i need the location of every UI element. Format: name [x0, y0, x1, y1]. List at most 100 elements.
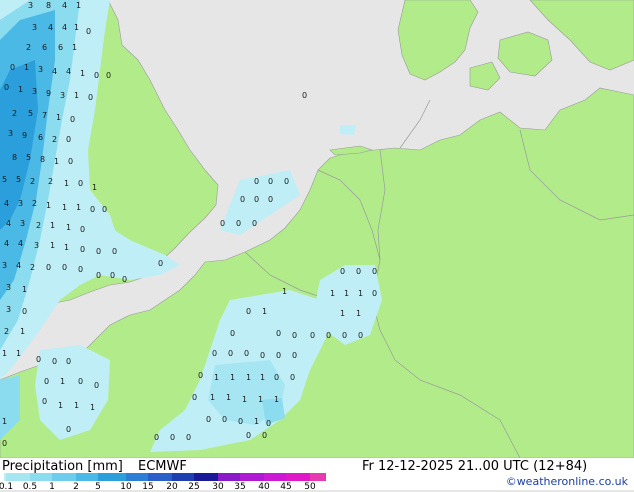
svg-text:1: 1 — [344, 289, 349, 298]
svg-text:0: 0 — [52, 357, 57, 366]
svg-text:5: 5 — [16, 175, 21, 184]
svg-text:0: 0 — [222, 415, 227, 424]
legend-title: Precipitation [mm] — [2, 459, 123, 474]
svg-text:0: 0 — [4, 83, 9, 92]
svg-text:0: 0 — [260, 351, 265, 360]
svg-text:0: 0 — [80, 245, 85, 254]
precipitation-map: 3841 34410 2661 01344100 0139310 25710 3… — [0, 0, 634, 458]
svg-text:1: 1 — [64, 179, 69, 188]
svg-text:1: 1 — [274, 395, 279, 404]
svg-text:2: 2 — [36, 221, 41, 230]
svg-text:3: 3 — [28, 1, 33, 10]
svg-text:0: 0 — [192, 393, 197, 402]
svg-text:0: 0 — [228, 349, 233, 358]
svg-text:0: 0 — [2, 439, 7, 448]
svg-text:0: 0 — [42, 397, 47, 406]
svg-text:0: 0 — [358, 331, 363, 340]
svg-text:6: 6 — [42, 43, 47, 52]
svg-text:0: 0 — [122, 275, 127, 284]
svg-text:0: 0 — [268, 195, 273, 204]
svg-text:0: 0 — [66, 357, 71, 366]
legend-tick-label: 2 — [73, 482, 79, 492]
svg-text:0: 0 — [66, 135, 71, 144]
svg-text:0: 0 — [96, 247, 101, 256]
svg-text:2: 2 — [30, 263, 35, 272]
svg-text:0: 0 — [96, 271, 101, 280]
svg-text:1: 1 — [214, 373, 219, 382]
svg-text:3: 3 — [2, 261, 7, 270]
legend-colorbar — [4, 473, 326, 481]
svg-text:0: 0 — [284, 177, 289, 186]
svg-text:9: 9 — [46, 89, 51, 98]
svg-text:1: 1 — [330, 289, 335, 298]
svg-text:0: 0 — [212, 349, 217, 358]
svg-text:5: 5 — [28, 109, 33, 118]
svg-text:0: 0 — [94, 71, 99, 80]
svg-text:0: 0 — [110, 271, 115, 280]
legend-swatch — [264, 473, 286, 481]
svg-text:8: 8 — [46, 1, 51, 10]
svg-text:1: 1 — [16, 349, 21, 358]
svg-text:1: 1 — [58, 401, 63, 410]
legend-tick-label: 35 — [234, 482, 246, 492]
svg-text:3: 3 — [32, 87, 37, 96]
legend-tick-label: 10 — [120, 482, 132, 492]
svg-text:1: 1 — [60, 377, 65, 386]
svg-text:3: 3 — [60, 91, 65, 100]
svg-text:4: 4 — [48, 23, 53, 32]
svg-text:0: 0 — [44, 377, 49, 386]
legend-swatch — [126, 473, 148, 481]
svg-text:0: 0 — [292, 351, 297, 360]
svg-text:1: 1 — [80, 69, 85, 78]
svg-text:0: 0 — [78, 377, 83, 386]
valid-time: Fr 12-12-2025 21..00 UTC (12+84) — [362, 459, 588, 474]
svg-text:0: 0 — [268, 177, 273, 186]
legend-swatch — [148, 473, 172, 481]
svg-text:0: 0 — [46, 263, 51, 272]
svg-text:0: 0 — [244, 349, 249, 358]
svg-text:0: 0 — [230, 329, 235, 338]
svg-text:0: 0 — [290, 373, 295, 382]
svg-text:2: 2 — [12, 109, 17, 118]
legend-swatch — [240, 473, 264, 481]
svg-text:1: 1 — [66, 223, 71, 232]
svg-text:0: 0 — [206, 415, 211, 424]
svg-text:0: 0 — [10, 63, 15, 72]
svg-text:0: 0 — [326, 331, 331, 340]
svg-text:2: 2 — [52, 135, 57, 144]
legend-swatch — [98, 473, 126, 481]
svg-text:0: 0 — [372, 267, 377, 276]
svg-text:1: 1 — [260, 373, 265, 382]
svg-text:3: 3 — [6, 283, 11, 292]
svg-text:1: 1 — [22, 285, 27, 294]
credit-link[interactable]: ©weatheronline.co.uk — [506, 475, 628, 488]
svg-text:1: 1 — [46, 201, 51, 210]
svg-text:4: 4 — [4, 239, 9, 248]
svg-text:4: 4 — [62, 1, 67, 10]
svg-text:1: 1 — [258, 395, 263, 404]
svg-text:0: 0 — [106, 71, 111, 80]
svg-text:1: 1 — [358, 289, 363, 298]
svg-text:4: 4 — [16, 261, 21, 270]
svg-text:2: 2 — [4, 327, 9, 336]
svg-text:1: 1 — [230, 373, 235, 382]
svg-text:1: 1 — [20, 327, 25, 336]
svg-text:4: 4 — [66, 67, 71, 76]
svg-text:1: 1 — [246, 373, 251, 382]
legend-swatch — [6, 473, 30, 481]
svg-text:1: 1 — [2, 349, 7, 358]
svg-text:1: 1 — [262, 307, 267, 316]
svg-text:0: 0 — [274, 373, 279, 382]
svg-text:1: 1 — [54, 157, 59, 166]
legend-swatch — [52, 473, 76, 481]
svg-text:3: 3 — [18, 199, 23, 208]
svg-text:0: 0 — [342, 331, 347, 340]
svg-text:0: 0 — [276, 351, 281, 360]
svg-text:3: 3 — [34, 241, 39, 250]
svg-text:0: 0 — [170, 433, 175, 442]
svg-text:0: 0 — [88, 93, 93, 102]
legend-tick-label: 25 — [188, 482, 200, 492]
svg-text:1: 1 — [92, 183, 97, 192]
svg-text:5: 5 — [2, 175, 7, 184]
svg-text:0: 0 — [252, 219, 257, 228]
